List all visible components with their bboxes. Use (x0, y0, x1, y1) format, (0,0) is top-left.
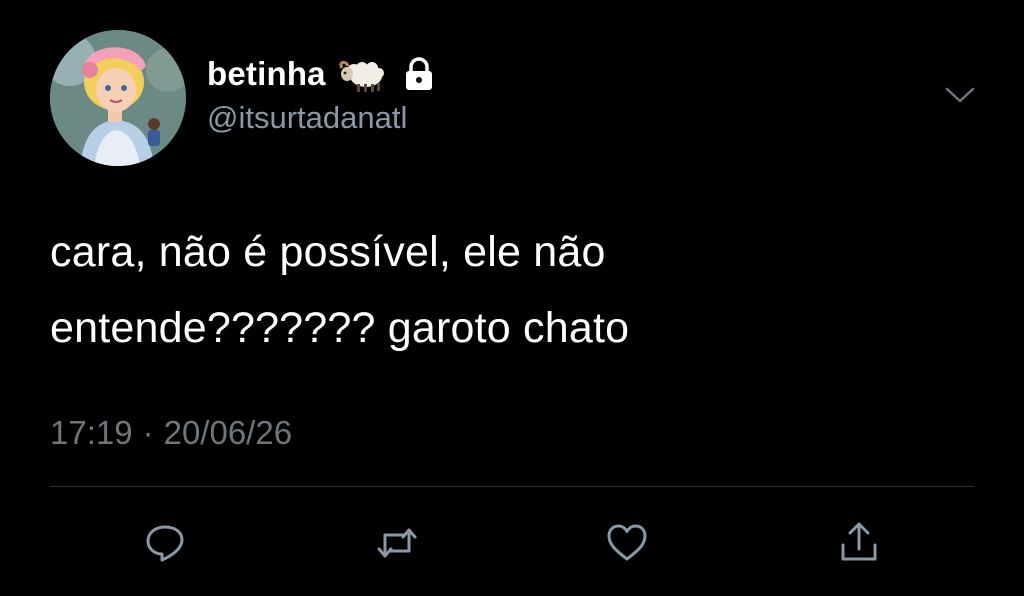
avatar-image (50, 30, 186, 166)
timestamp[interactable]: 17:19 · 20/06/26 (50, 414, 292, 452)
timestamp-separator: · (142, 414, 154, 451)
reply-button[interactable] (138, 516, 192, 570)
tweet-date: 20/06/26 (163, 414, 293, 451)
retweet-button[interactable] (370, 516, 424, 570)
share-button[interactable] (832, 516, 886, 570)
retweet-icon (377, 528, 417, 558)
share-icon (841, 522, 877, 561)
divider (50, 486, 974, 487)
lock-icon (402, 56, 436, 92)
reply-icon (146, 525, 184, 562)
like-button[interactable] (600, 516, 654, 570)
tweet-time: 17:19 (50, 414, 133, 451)
chevron-down-icon[interactable] (944, 84, 976, 106)
like-icon (607, 524, 647, 561)
display-name[interactable]: betinha (207, 55, 326, 93)
user-info: betinha @itsurtadanatl (207, 52, 436, 136)
tweet-text-line: entende??????? garoto chato (50, 304, 630, 352)
tweet-text: cara, não é possível, ele não entende???… (50, 214, 970, 366)
display-name-row: betinha (207, 52, 436, 96)
user-handle[interactable]: @itsurtadanatl (207, 100, 436, 136)
avatar[interactable] (50, 30, 186, 166)
sheep-icon (338, 54, 386, 94)
tweet-text-line: cara, não é possível, ele não (50, 228, 606, 276)
